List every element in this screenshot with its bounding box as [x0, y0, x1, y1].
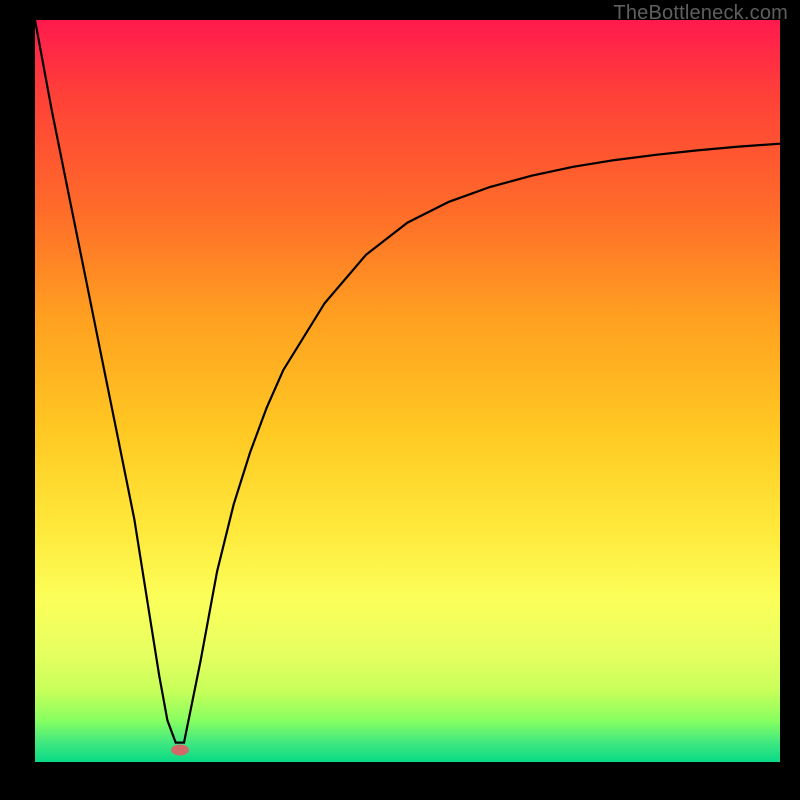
bottleneck-curve — [35, 20, 780, 743]
plot-area — [35, 20, 780, 765]
chart-stage: TheBottleneck.com — [0, 0, 800, 800]
curve-svg — [35, 20, 780, 765]
minimum-point-marker — [171, 745, 189, 756]
x-axis-line — [35, 762, 780, 765]
